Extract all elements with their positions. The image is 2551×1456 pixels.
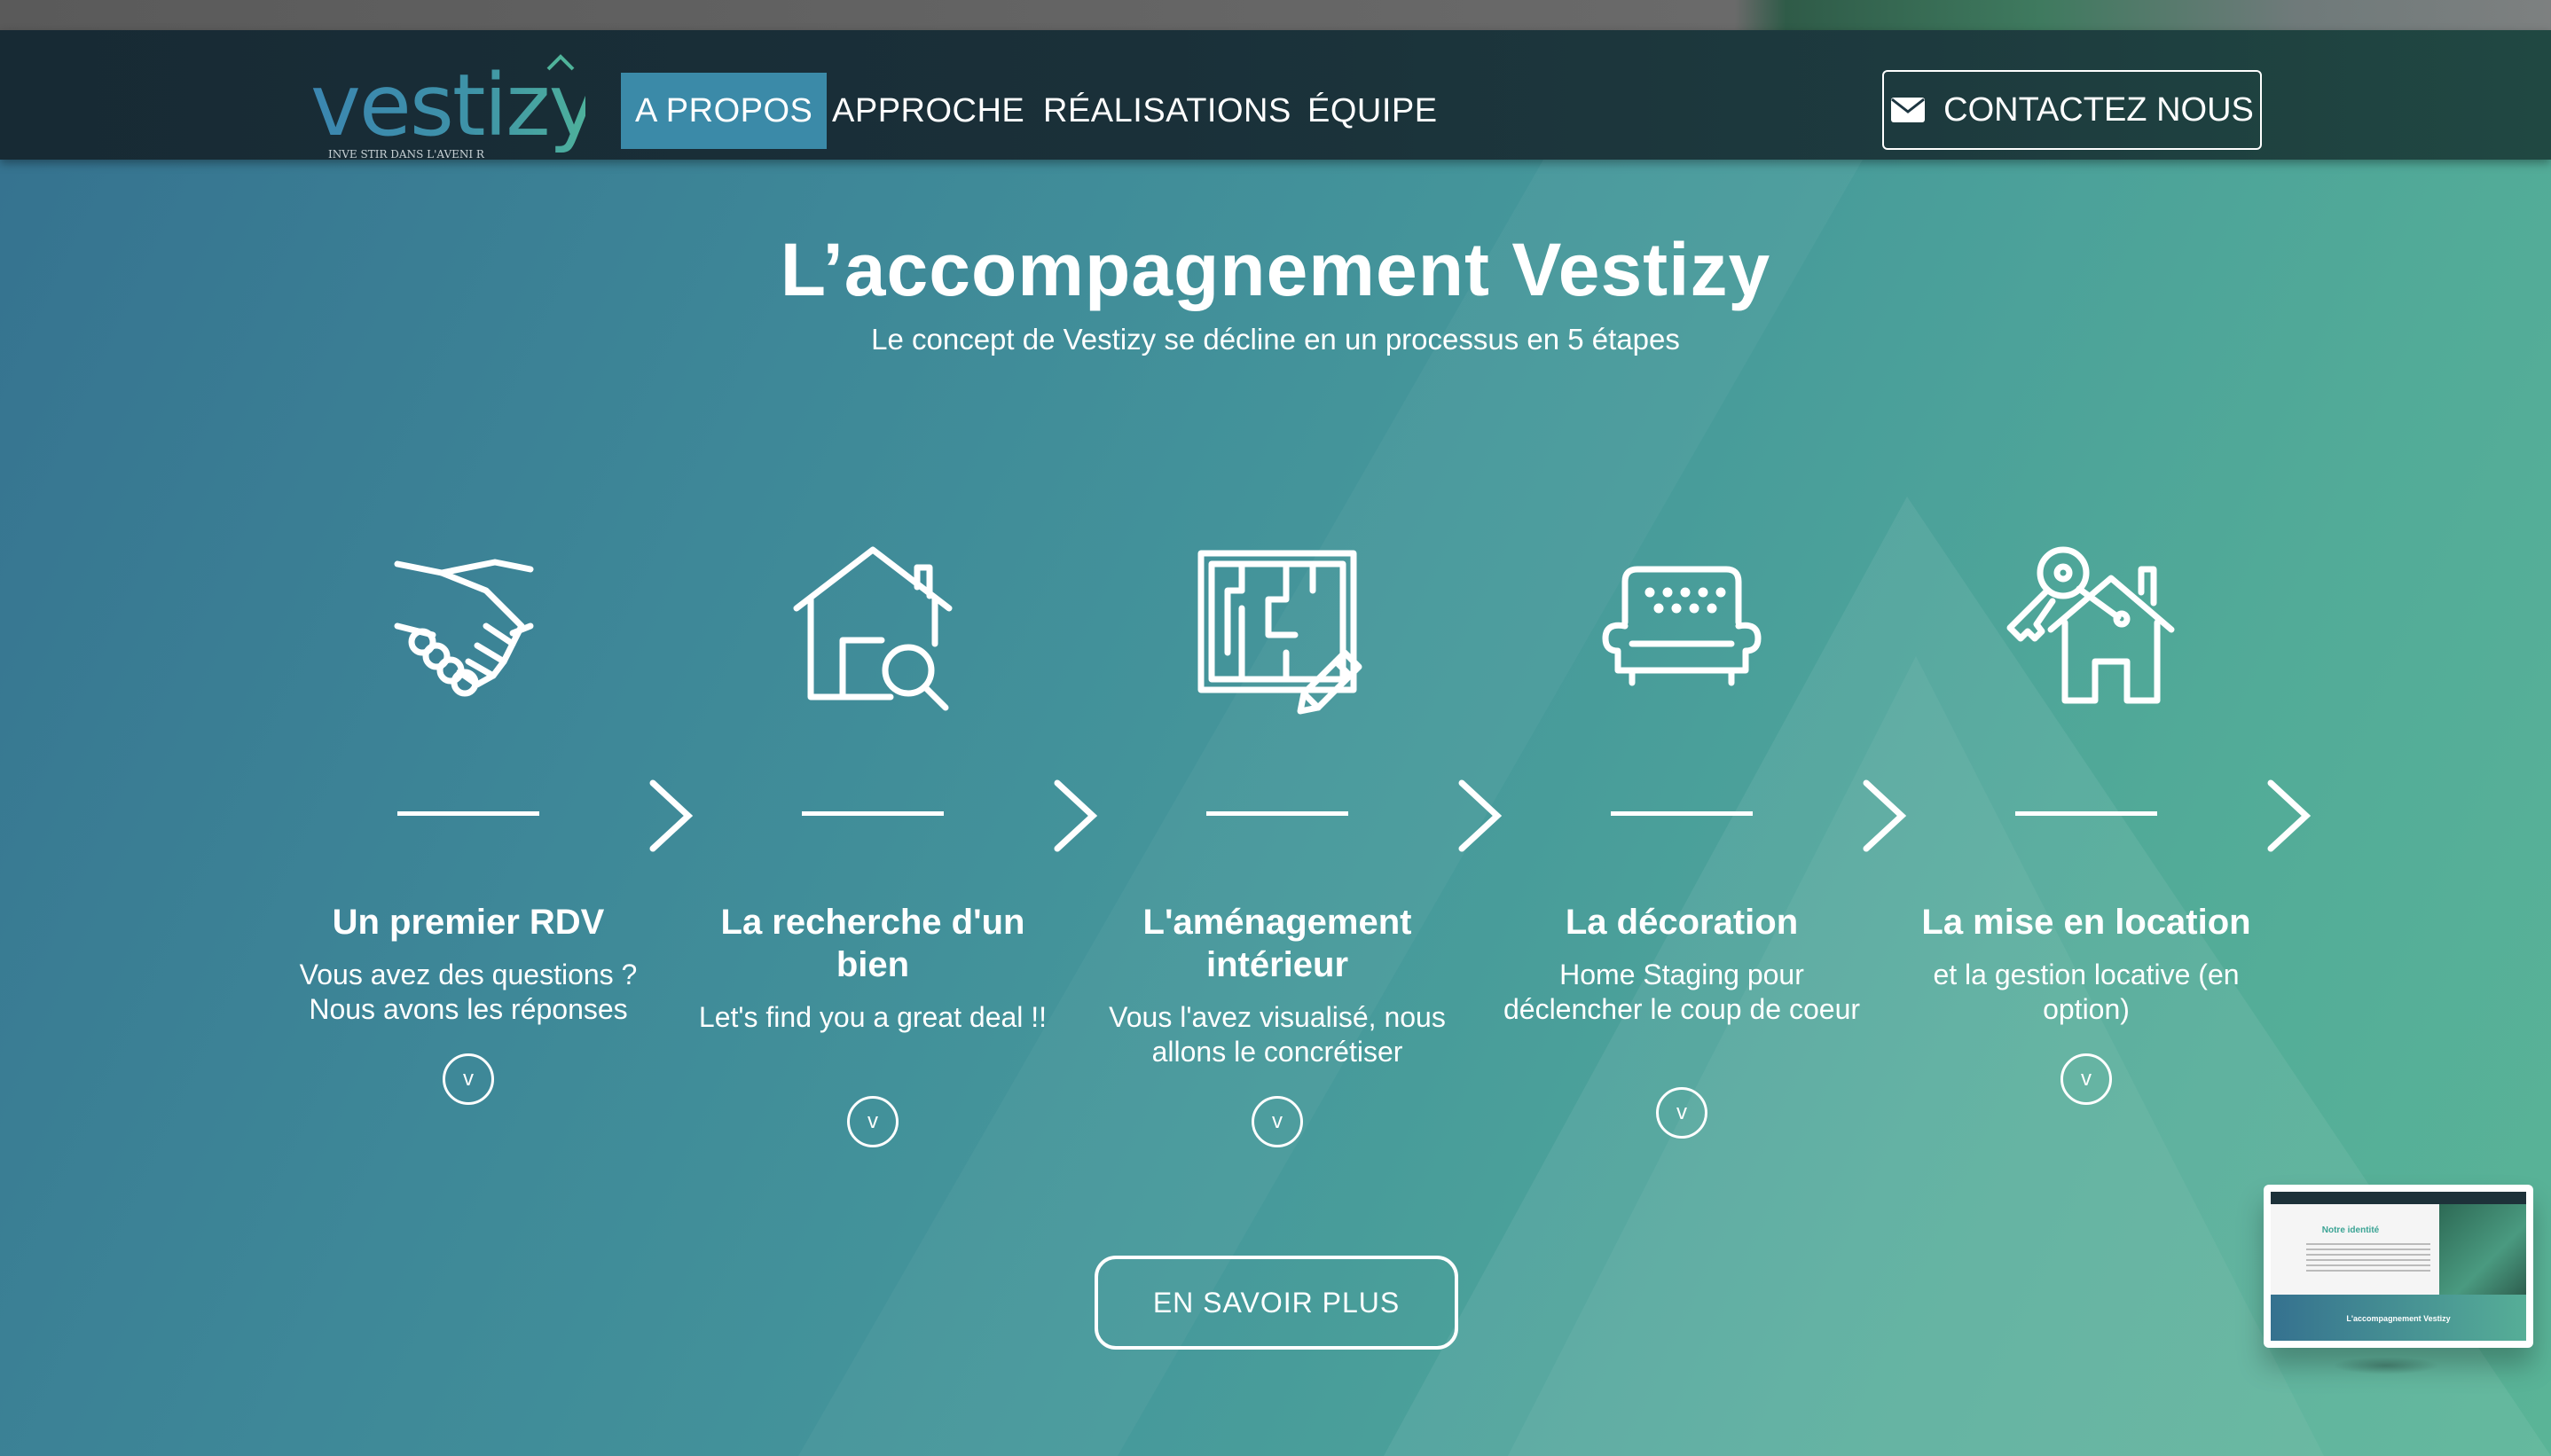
preview-text-lines [2306,1243,2430,1275]
step-title: La recherche d'un bien [720,903,1025,984]
step-description: Vous l'avez visualisé, nous allons le co… [1109,1001,1446,1068]
step-decoration: La décoration Home Staging pour déclench… [1491,0,1872,1456]
handshake-icon [380,537,557,715]
preview-title: Notre identité [2321,1225,2380,1235]
step-premier-rdv: Un premier RDV Vous avez des questions ?… [278,0,659,1456]
preview-shadow [2333,1357,2439,1374]
expand-toggle-button[interactable]: v [1656,1087,1707,1139]
expand-toggle-button[interactable]: v [443,1053,494,1105]
step-divider [2015,811,2157,816]
en-savoir-plus-button[interactable]: EN SAVOIR PLUS [1095,1256,1458,1350]
step-title: L'aménagement intérieur [1142,903,1412,984]
step-recherche-bien: La recherche d'un bien Let's find you a … [682,0,1064,1456]
step-amenagement-interieur: L'aménagement intérieur Vous l'avez visu… [1087,0,1468,1456]
preview-hero-title: L'accompagnement Vestizy [2346,1314,2451,1323]
step-description: Home Staging pour déclencher le coup de … [1503,959,1861,1025]
house-search-icon [784,537,962,715]
step-title: La mise en location [1921,903,2251,942]
house-keys-icon [1998,537,2175,715]
sofa-icon [1593,537,1770,715]
preview-screen: Notre identité L'accompagnement Vestizy [2271,1192,2526,1341]
page-preview-thumbnail[interactable]: Notre identité L'accompagnement Vestizy [2264,1185,2533,1348]
step-divider [397,811,539,816]
chevron-right-icon [2262,776,2315,856]
step-description: et la gestion locative (en option) [1933,959,2240,1025]
expand-toggle-button[interactable]: v [2060,1053,2112,1105]
step-divider [1611,811,1753,816]
step-title: Un premier RDV [332,903,605,942]
preview-navbar [2271,1192,2526,1204]
step-description: Let's find you a great deal !! [698,1001,1048,1033]
step-title: La décoration [1565,903,1799,942]
expand-toggle-button[interactable]: v [847,1096,899,1147]
step-divider [802,811,944,816]
step-description: Vous avez des questions ? Nous avons les… [299,959,638,1025]
step-divider [1206,811,1348,816]
floorplan-pencil-icon [1189,537,1366,715]
expand-toggle-button[interactable]: v [1252,1096,1303,1147]
step-mise-en-location: La mise en location et la gestion locati… [1896,0,2277,1456]
preview-image [2439,1204,2526,1295]
